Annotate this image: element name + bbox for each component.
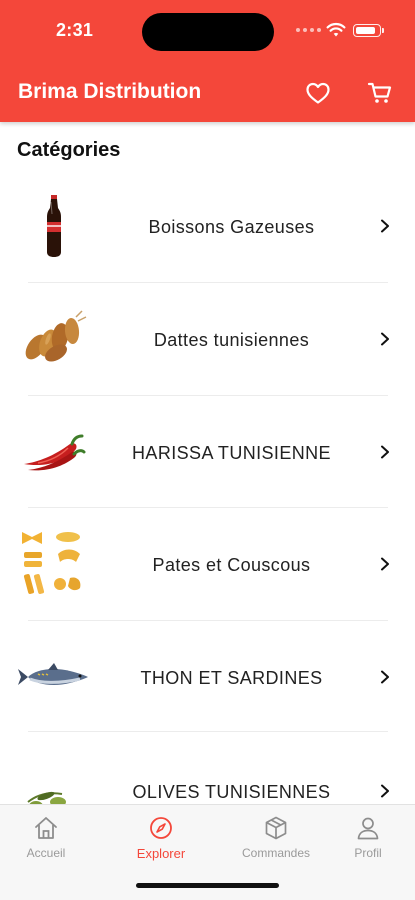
wifi-icon bbox=[326, 22, 346, 37]
category-label: OLIVES TUNISIENNES bbox=[132, 782, 331, 802]
home-icon bbox=[35, 817, 57, 839]
chevron-right-icon bbox=[381, 557, 389, 571]
compass-icon bbox=[150, 817, 172, 839]
category-row-olives[interactable]: OLIVES TUNISIENNES bbox=[0, 732, 415, 804]
home-indicator bbox=[136, 883, 279, 888]
tab-commandes[interactable]: Commandes bbox=[231, 815, 321, 860]
favorites-button[interactable] bbox=[304, 79, 332, 107]
chevron-right-icon bbox=[381, 445, 389, 459]
category-label: Pates et Couscous bbox=[152, 555, 311, 575]
category-label: Boissons Gazeuses bbox=[148, 217, 315, 237]
battery-icon bbox=[353, 24, 384, 37]
status-time: 2:31 bbox=[56, 20, 94, 40]
section-title: Catégories bbox=[17, 139, 121, 161]
category-row-pates[interactable]: Pates et Couscous bbox=[0, 508, 415, 620]
chevron-right-icon bbox=[381, 219, 389, 233]
olives-image bbox=[18, 772, 90, 804]
cart-button[interactable] bbox=[366, 79, 394, 107]
category-row-thon[interactable]: THON ET SARDINES bbox=[0, 621, 415, 733]
status-bar: 2:31 bbox=[0, 0, 415, 62]
category-row-harissa[interactable]: HARISSA TUNISIENNE bbox=[0, 396, 415, 508]
dynamic-island bbox=[142, 13, 274, 51]
tab-label: Explorer bbox=[136, 846, 186, 861]
chevron-right-icon bbox=[381, 670, 389, 684]
soda-bottle-image bbox=[18, 190, 90, 262]
chili-pepper-image bbox=[18, 416, 90, 488]
tab-label: Accueil bbox=[26, 846, 66, 860]
tab-label: Commandes bbox=[241, 846, 311, 860]
chevron-right-icon bbox=[381, 784, 389, 798]
category-row-boissons[interactable]: Boissons Gazeuses bbox=[0, 170, 415, 282]
category-label: Dattes tunisiennes bbox=[153, 330, 310, 350]
app-header: 2:31 Brima Distribution bbox=[0, 0, 415, 122]
tuna-fish-image bbox=[18, 641, 90, 713]
box-icon bbox=[265, 816, 287, 840]
category-label: THON ET SARDINES bbox=[140, 668, 323, 688]
chevron-right-icon bbox=[381, 332, 389, 346]
dates-image bbox=[18, 303, 90, 375]
category-list: Boissons Gazeuses Dattes tunisiennes HAR… bbox=[0, 170, 415, 804]
cart-icon bbox=[367, 82, 392, 103]
tab-explorer[interactable]: Explorer bbox=[116, 815, 206, 861]
pasta-image bbox=[18, 528, 90, 600]
tab-profil[interactable]: Profil bbox=[323, 815, 413, 860]
person-icon bbox=[357, 817, 379, 840]
app-title: Brima Distribution bbox=[18, 80, 202, 103]
tab-accueil[interactable]: Accueil bbox=[1, 815, 91, 860]
category-row-dattes[interactable]: Dattes tunisiennes bbox=[0, 283, 415, 395]
tab-label: Profil bbox=[354, 846, 382, 860]
category-label: HARISSA TUNISIENNE bbox=[132, 443, 331, 463]
signal-icon bbox=[296, 28, 321, 32]
heart-icon bbox=[306, 82, 330, 104]
